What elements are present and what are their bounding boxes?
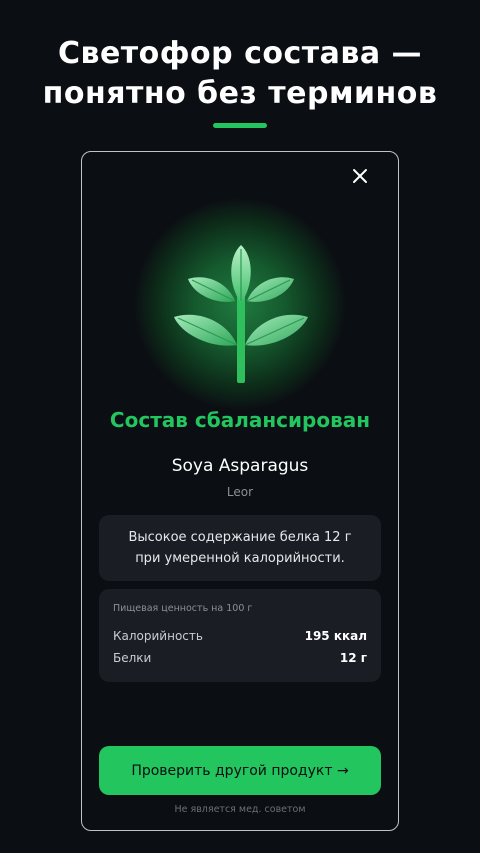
headline-line-1: Светофор состава — — [57, 36, 423, 71]
close-icon — [353, 169, 367, 183]
close-button[interactable] — [348, 164, 372, 188]
summary-text: Высокое содержание белка 12 г при умерен… — [128, 530, 352, 566]
nutrition-label: Белки — [113, 651, 152, 665]
product-brand: Leor — [226, 485, 254, 499]
nutrition-panel: Пищевая ценность на 100 г Калорийность 1… — [99, 589, 381, 682]
headline-line-2: понятно без терминов — [42, 76, 438, 111]
nutrition-value: 195 ккал — [304, 629, 367, 643]
summary-panel: Высокое содержание белка 12 г при умерен… — [99, 515, 381, 581]
nutrition-row: Белки 12 г — [113, 647, 367, 669]
headline: Светофор состава — понятно без терминов — [0, 34, 480, 114]
nutrition-value: 12 г — [339, 651, 367, 665]
nutrition-row: Калорийность 195 ккал — [113, 625, 367, 647]
nutrition-label: Калорийность — [113, 629, 203, 643]
product-name: Soya Asparagus — [171, 456, 309, 476]
disclaimer: Не является мед. советом — [174, 804, 306, 815]
nutrition-title: Пищевая ценность на 100 г — [113, 603, 253, 614]
plant-sprout-icon — [174, 245, 308, 383]
check-another-product-button[interactable]: Проверить другой продукт → — [99, 746, 381, 795]
result-card: Состав сбалансирован Soya Asparagus Leor… — [81, 151, 399, 831]
headline-accent-bar — [213, 123, 267, 128]
verdict-title: Состав сбалансирован — [109, 408, 371, 432]
